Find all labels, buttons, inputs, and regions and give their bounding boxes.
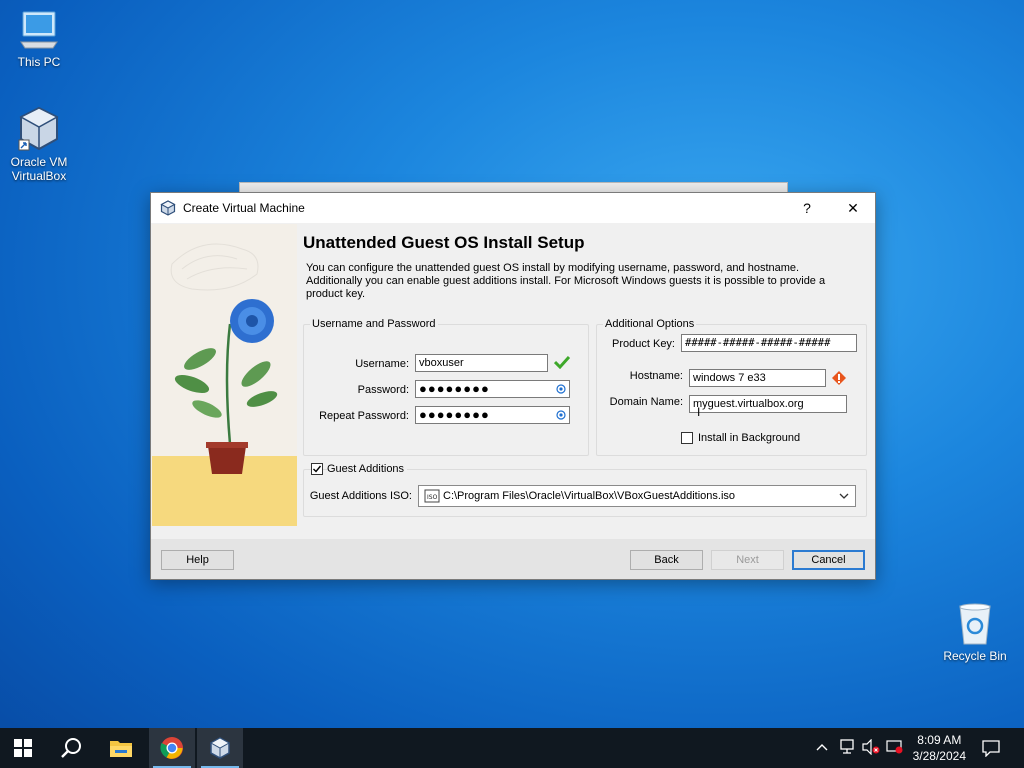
clock-date: 3/28/2024 <box>912 749 966 763</box>
password-field[interactable]: ●●●●●●●● <box>415 380 570 398</box>
search-button[interactable] <box>48 728 94 768</box>
guest-additions-label: Guest Additions <box>327 463 408 475</box>
checkmark-icon <box>313 465 322 473</box>
computer-icon <box>20 11 58 49</box>
cancel-button[interactable]: Cancel <box>792 550 865 570</box>
repeat-password-label: Repeat Password: <box>319 410 409 422</box>
file-explorer-icon <box>110 741 132 757</box>
username-field[interactable]: vboxuser <box>415 354 548 372</box>
volume-muted-icon[interactable] <box>862 739 880 755</box>
group-title: Username and Password <box>310 318 438 330</box>
dialog-titlebar[interactable]: Create Virtual Machine ? ✕ <box>151 193 875 223</box>
dialog-title: Create Virtual Machine <box>183 201 305 215</box>
hostname-field[interactable]: windows 7 e33 <box>689 369 826 387</box>
svg-text:ISO: ISO <box>427 494 438 501</box>
eye-icon[interactable] <box>556 384 566 394</box>
chevron-up-icon[interactable] <box>816 742 828 752</box>
clock[interactable]: 8:09 AM 3/28/2024 <box>913 732 966 764</box>
taskbar: 8:09 AM 3/28/2024 <box>0 728 1024 768</box>
page-description: You can configure the unattended guest O… <box>306 262 826 300</box>
virtualbox-icon <box>160 200 176 216</box>
taskbar-file-explorer[interactable] <box>98 728 144 768</box>
recycle-bin-icon <box>959 603 991 645</box>
guest-additions-iso-value: C:\Program Files\Oracle\VirtualBox\VBoxG… <box>443 490 736 502</box>
group-title: Additional Options <box>603 318 697 330</box>
create-vm-dialog: Create Virtual Machine ? ✕ Unattended Gu… <box>150 192 876 580</box>
guest-additions-checkbox[interactable] <box>311 463 323 475</box>
product-key-field[interactable]: #####-#####-#####-##### <box>681 334 857 352</box>
start-icon <box>14 739 32 757</box>
back-button[interactable]: Back <box>630 550 703 570</box>
network-icon[interactable] <box>839 739 857 755</box>
password-label: Password: <box>357 384 409 396</box>
chrome-icon <box>160 737 183 759</box>
text-cursor-icon: I <box>697 405 701 419</box>
guest-additions-iso-select[interactable]: ISO C:\Program Files\Oracle\VirtualBox\V… <box>418 485 856 507</box>
start-button[interactable] <box>0 728 46 768</box>
password-value: ●●●●●●●● <box>419 381 490 396</box>
page-heading: Unattended Guest OS Install Setup <box>303 233 585 252</box>
domain-name-field[interactable]: myguest.virtualbox.org <box>689 395 847 413</box>
taskbar-chrome[interactable] <box>149 728 195 768</box>
chevron-down-icon <box>839 493 849 499</box>
next-button[interactable]: Next <box>711 550 784 570</box>
virtualbox-icon <box>18 106 59 151</box>
eye-icon[interactable] <box>556 410 566 420</box>
product-key-label: Product Key: <box>612 338 675 350</box>
repeat-password-field[interactable]: ●●●●●●●● <box>415 406 570 424</box>
desktop-icon-recycle-bin[interactable]: Recycle Bin <box>937 602 1013 663</box>
desktop-icon-label: This PC <box>17 55 61 69</box>
notification-icon[interactable] <box>982 739 1000 757</box>
desktop-icon-virtualbox[interactable]: Oracle VM VirtualBox <box>1 106 77 183</box>
help-button[interactable]: Help <box>161 550 234 570</box>
clock-time: 8:09 AM <box>917 733 962 747</box>
hostname-label: Hostname: <box>629 370 683 382</box>
taskbar-virtualbox[interactable] <box>197 728 243 768</box>
display-notification-icon[interactable] <box>886 739 904 755</box>
guest-additions-iso-label: Guest Additions ISO: <box>309 490 412 502</box>
install-in-background-label: Install in Background <box>698 432 801 444</box>
virtualbox-icon <box>209 737 231 759</box>
username-label: Username: <box>355 358 409 370</box>
help-question-button[interactable]: ? <box>785 193 829 223</box>
repeat-password-value: ●●●●●●●● <box>419 407 490 422</box>
disc-image-icon: ISO <box>424 489 440 503</box>
desktop-icon-label: Recycle Bin <box>943 649 1007 663</box>
desktop-icon-label: Oracle VM VirtualBox <box>10 155 68 183</box>
search-icon <box>61 738 81 758</box>
domain-name-label: Domain Name: <box>609 396 683 408</box>
install-in-background-checkbox[interactable] <box>681 432 693 444</box>
warning-icon <box>832 371 846 385</box>
check-icon <box>554 355 570 369</box>
wizard-illustration <box>152 224 297 526</box>
close-button[interactable]: ✕ <box>831 193 875 223</box>
desktop-icon-this-pc[interactable]: This PC <box>1 10 77 69</box>
